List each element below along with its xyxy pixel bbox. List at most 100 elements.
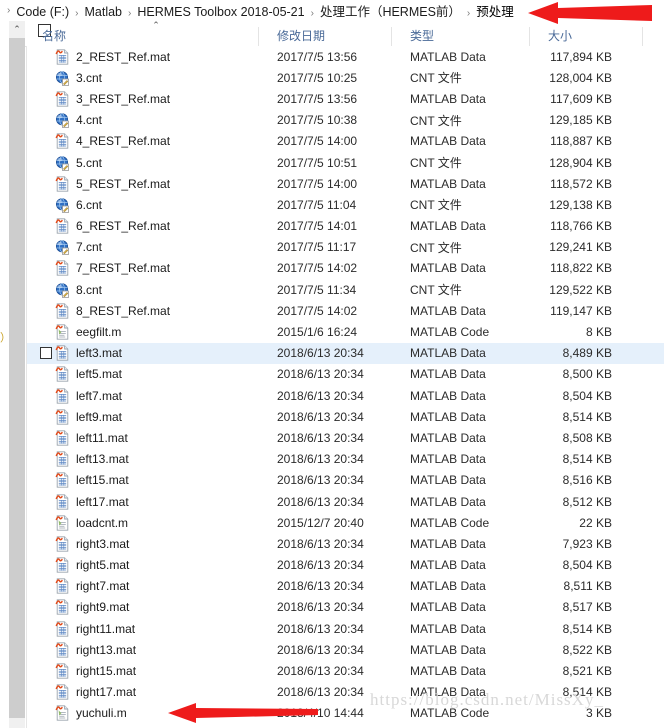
cell-file-name[interactable]: right5.mat	[27, 557, 259, 573]
cell-file-name[interactable]: 3_REST_Ref.mat	[27, 91, 259, 107]
file-name-label: yuchuli.m	[76, 706, 127, 721]
cell-file-name[interactable]: 8_REST_Ref.mat	[27, 303, 259, 319]
table-row[interactable]: 6.cnt 2017/7/5 11:04 CNT 文件 129,138 KB	[27, 194, 664, 215]
table-row[interactable]: 3_REST_Ref.mat 2017/7/5 13:56 MATLAB Data 1…	[27, 88, 664, 109]
mat-file-icon	[55, 133, 70, 149]
cell-file-name[interactable]: right3.mat	[27, 536, 259, 552]
file-name-label: right17.mat	[76, 685, 137, 700]
table-row[interactable]: left15.mat 2018/6/13 20:34 MATLAB Data 8,51…	[27, 470, 664, 491]
cell-file-name[interactable]: 5_REST_Ref.mat	[27, 176, 259, 192]
cell-file-name[interactable]: left11.mat	[27, 430, 259, 446]
cell-file-name[interactable]: left5.mat	[27, 366, 259, 383]
table-row[interactable]: left17.mat 2018/6/13 20:34 MATLAB Data 8,51…	[27, 491, 664, 512]
cell-date-modified: 2017/7/5 13:56	[277, 49, 358, 64]
mat-file-icon	[55, 218, 70, 234]
table-row[interactable]: left13.mat 2018/6/13 20:34 MATLAB Data 8,51…	[27, 449, 664, 470]
breadcrumb[interactable]: Code (F:) › Matlab › HERMES Toolbox 2018-05-…	[15, 1, 514, 20]
cell-file-name[interactable]: right17.mat	[27, 684, 259, 700]
window-left-edge: ）	[0, 21, 11, 728]
table-row[interactable]: eegfilt.m 2015/1/6 16:24 MATLAB Code 8 KB	[27, 321, 664, 342]
cell-file-size: 8,508 KB	[562, 430, 612, 445]
address-bar[interactable]: › Code (F:) › Matlab › HERMES Toolbox 2018-0…	[0, 0, 664, 21]
table-row[interactable]: left3.mat 2018/6/13 20:34 MATLAB Data 8,489…	[27, 342, 664, 364]
table-row[interactable]: right13.mat 2018/6/13 20:34 MATLAB Data 8,5…	[27, 639, 664, 660]
mat-file-icon	[55, 493, 70, 510]
cell-file-name[interactable]: 3.cnt	[27, 70, 259, 86]
table-row[interactable]: 8_REST_Ref.mat 2017/7/5 14:02 MATLAB Data 1…	[27, 300, 664, 321]
scrollbar-thumb[interactable]	[9, 38, 25, 718]
column-header-type[interactable]: 类型	[391, 27, 529, 46]
cell-file-name[interactable]: left17.mat	[27, 493, 259, 510]
cell-file-size: 8,516 KB	[562, 473, 612, 488]
table-row[interactable]: left9.mat 2018/6/13 20:34 MATLAB Data 8,514…	[27, 406, 664, 427]
cell-file-name[interactable]: loadcnt.m	[27, 515, 259, 531]
breadcrumb-item[interactable]: 预处理	[475, 5, 515, 19]
table-row[interactable]: right5.mat 2018/6/13 20:34 MATLAB Data 8,50…	[27, 555, 664, 576]
breadcrumb-item[interactable]: 处理工作（HERMES前）	[319, 5, 462, 19]
table-row[interactable]: right11.mat 2018/6/13 20:34 MATLAB Data 8,5…	[27, 618, 664, 639]
cell-file-name[interactable]: right15.mat	[27, 663, 259, 679]
column-header-size[interactable]: 大小	[529, 27, 642, 46]
cell-file-name[interactable]: 7_REST_Ref.mat	[27, 260, 259, 277]
cell-date-modified: 2017/7/5 11:17	[277, 240, 357, 255]
table-row[interactable]: 2_REST_Ref.mat 2017/7/5 13:56 MATLAB Data 1…	[27, 46, 664, 67]
cell-date-modified: 2018/6/13 20:34	[277, 642, 364, 657]
column-header-bar[interactable]: ⌃ 名称 修改日期 类型 大小	[0, 21, 664, 47]
cell-file-size: 8,504 KB	[562, 558, 612, 573]
cell-file-name[interactable]: left13.mat	[27, 451, 259, 467]
cell-file-name[interactable]: 6.cnt	[27, 197, 259, 213]
watermark-text: https://blog.csdn.net/MissXy_	[370, 690, 604, 709]
file-list[interactable]: 2_REST_Ref.mat 2017/7/5 13:56 MATLAB Data 1…	[26, 46, 664, 728]
row-checkbox[interactable]	[40, 346, 52, 359]
cell-file-name[interactable]: 7.cnt	[27, 239, 259, 256]
table-row[interactable]: left7.mat 2018/6/13 20:34 MATLAB Data 8,504…	[27, 385, 664, 406]
table-row[interactable]: 6_REST_Ref.mat 2017/7/5 14:01 MATLAB Data 1…	[27, 216, 664, 237]
table-row[interactable]: 5.cnt 2017/7/5 10:51 CNT 文件 128,904 KB	[27, 152, 664, 173]
table-row[interactable]: loadcnt.m 2015/12/7 20:40 MATLAB Code 22 KB	[27, 512, 664, 533]
cell-file-name[interactable]: eegfilt.m	[27, 324, 259, 340]
table-row[interactable]: left5.mat 2018/6/13 20:34 MATLAB Data 8,500…	[27, 364, 664, 385]
cell-file-name[interactable]: right13.mat	[27, 642, 259, 658]
cell-file-name[interactable]: 2_REST_Ref.mat	[27, 48, 259, 65]
cell-file-size: 8,514 KB	[562, 621, 612, 636]
cell-file-name[interactable]: left9.mat	[27, 409, 259, 425]
column-header-name[interactable]: 名称	[0, 27, 258, 46]
cell-file-name[interactable]: 5.cnt	[27, 155, 259, 171]
cell-file-name[interactable]: 4.cnt	[27, 112, 259, 129]
cell-file-name[interactable]: left15.mat	[27, 472, 259, 488]
table-row[interactable]: right9.mat 2018/6/13 20:34 MATLAB Data 8,51…	[27, 597, 664, 618]
cell-file-name[interactable]: 8.cnt	[27, 282, 259, 298]
cell-file-type: MATLAB Data	[410, 91, 486, 106]
cell-file-name[interactable]: yuchuli.m	[27, 705, 259, 722]
cell-file-name[interactable]: right9.mat	[27, 599, 259, 616]
table-row[interactable]: right15.mat 2018/6/13 20:34 MATLAB Data 8,5…	[27, 660, 664, 681]
vertical-scrollbar[interactable]: ⌃	[9, 21, 25, 728]
cell-date-modified: 2017/7/5 14:02	[277, 303, 358, 318]
cell-date-modified: 2017/7/5 14:00	[277, 176, 358, 191]
cell-file-type: CNT 文件	[410, 240, 462, 255]
column-header-date-modified[interactable]: 修改日期	[258, 27, 391, 46]
cell-file-name[interactable]: right11.mat	[27, 621, 259, 637]
table-row[interactable]: 7.cnt 2017/7/5 11:17 CNT 文件 129,241 KB	[27, 237, 664, 258]
breadcrumb-item[interactable]: Matlab	[83, 5, 123, 19]
cell-file-name[interactable]: left3.mat	[27, 345, 259, 361]
scroll-up-arrow-icon[interactable]: ⌃	[9, 21, 25, 38]
cell-file-name[interactable]: left7.mat	[27, 387, 259, 404]
breadcrumb-item[interactable]: HERMES Toolbox 2018-05-21	[136, 5, 305, 19]
table-row[interactable]: 5_REST_Ref.mat 2017/7/5 14:00 MATLAB Data 1…	[27, 173, 664, 194]
table-row[interactable]: 4.cnt 2017/7/5 10:38 CNT 文件 129,185 KB	[27, 110, 664, 131]
cell-file-size: 117,894 KB	[550, 49, 612, 64]
cell-file-name[interactable]: 6_REST_Ref.mat	[27, 218, 259, 234]
table-row[interactable]: right7.mat 2018/6/13 20:34 MATLAB Data 8,51…	[27, 576, 664, 597]
table-row[interactable]: 3.cnt 2017/7/5 10:25 CNT 文件 128,004 KB	[27, 67, 664, 88]
table-row[interactable]: left11.mat 2018/6/13 20:34 MATLAB Data 8,50…	[27, 427, 664, 448]
table-row[interactable]: right3.mat 2018/6/13 20:34 MATLAB Data 7,92…	[27, 533, 664, 554]
cell-file-name[interactable]: 4_REST_Ref.mat	[27, 133, 259, 149]
breadcrumb-item[interactable]: Code (F:)	[15, 5, 70, 19]
table-row[interactable]: 7_REST_Ref.mat 2017/7/5 14:02 MATLAB Data 1…	[27, 258, 664, 279]
table-row[interactable]: 8.cnt 2017/7/5 11:34 CNT 文件 129,522 KB	[27, 279, 664, 300]
m-file-icon	[55, 515, 70, 531]
table-row[interactable]: 4_REST_Ref.mat 2017/7/5 14:00 MATLAB Data 1…	[27, 131, 664, 152]
file-name-label: 4.cnt	[76, 113, 103, 128]
cell-file-name[interactable]: right7.mat	[27, 578, 259, 594]
